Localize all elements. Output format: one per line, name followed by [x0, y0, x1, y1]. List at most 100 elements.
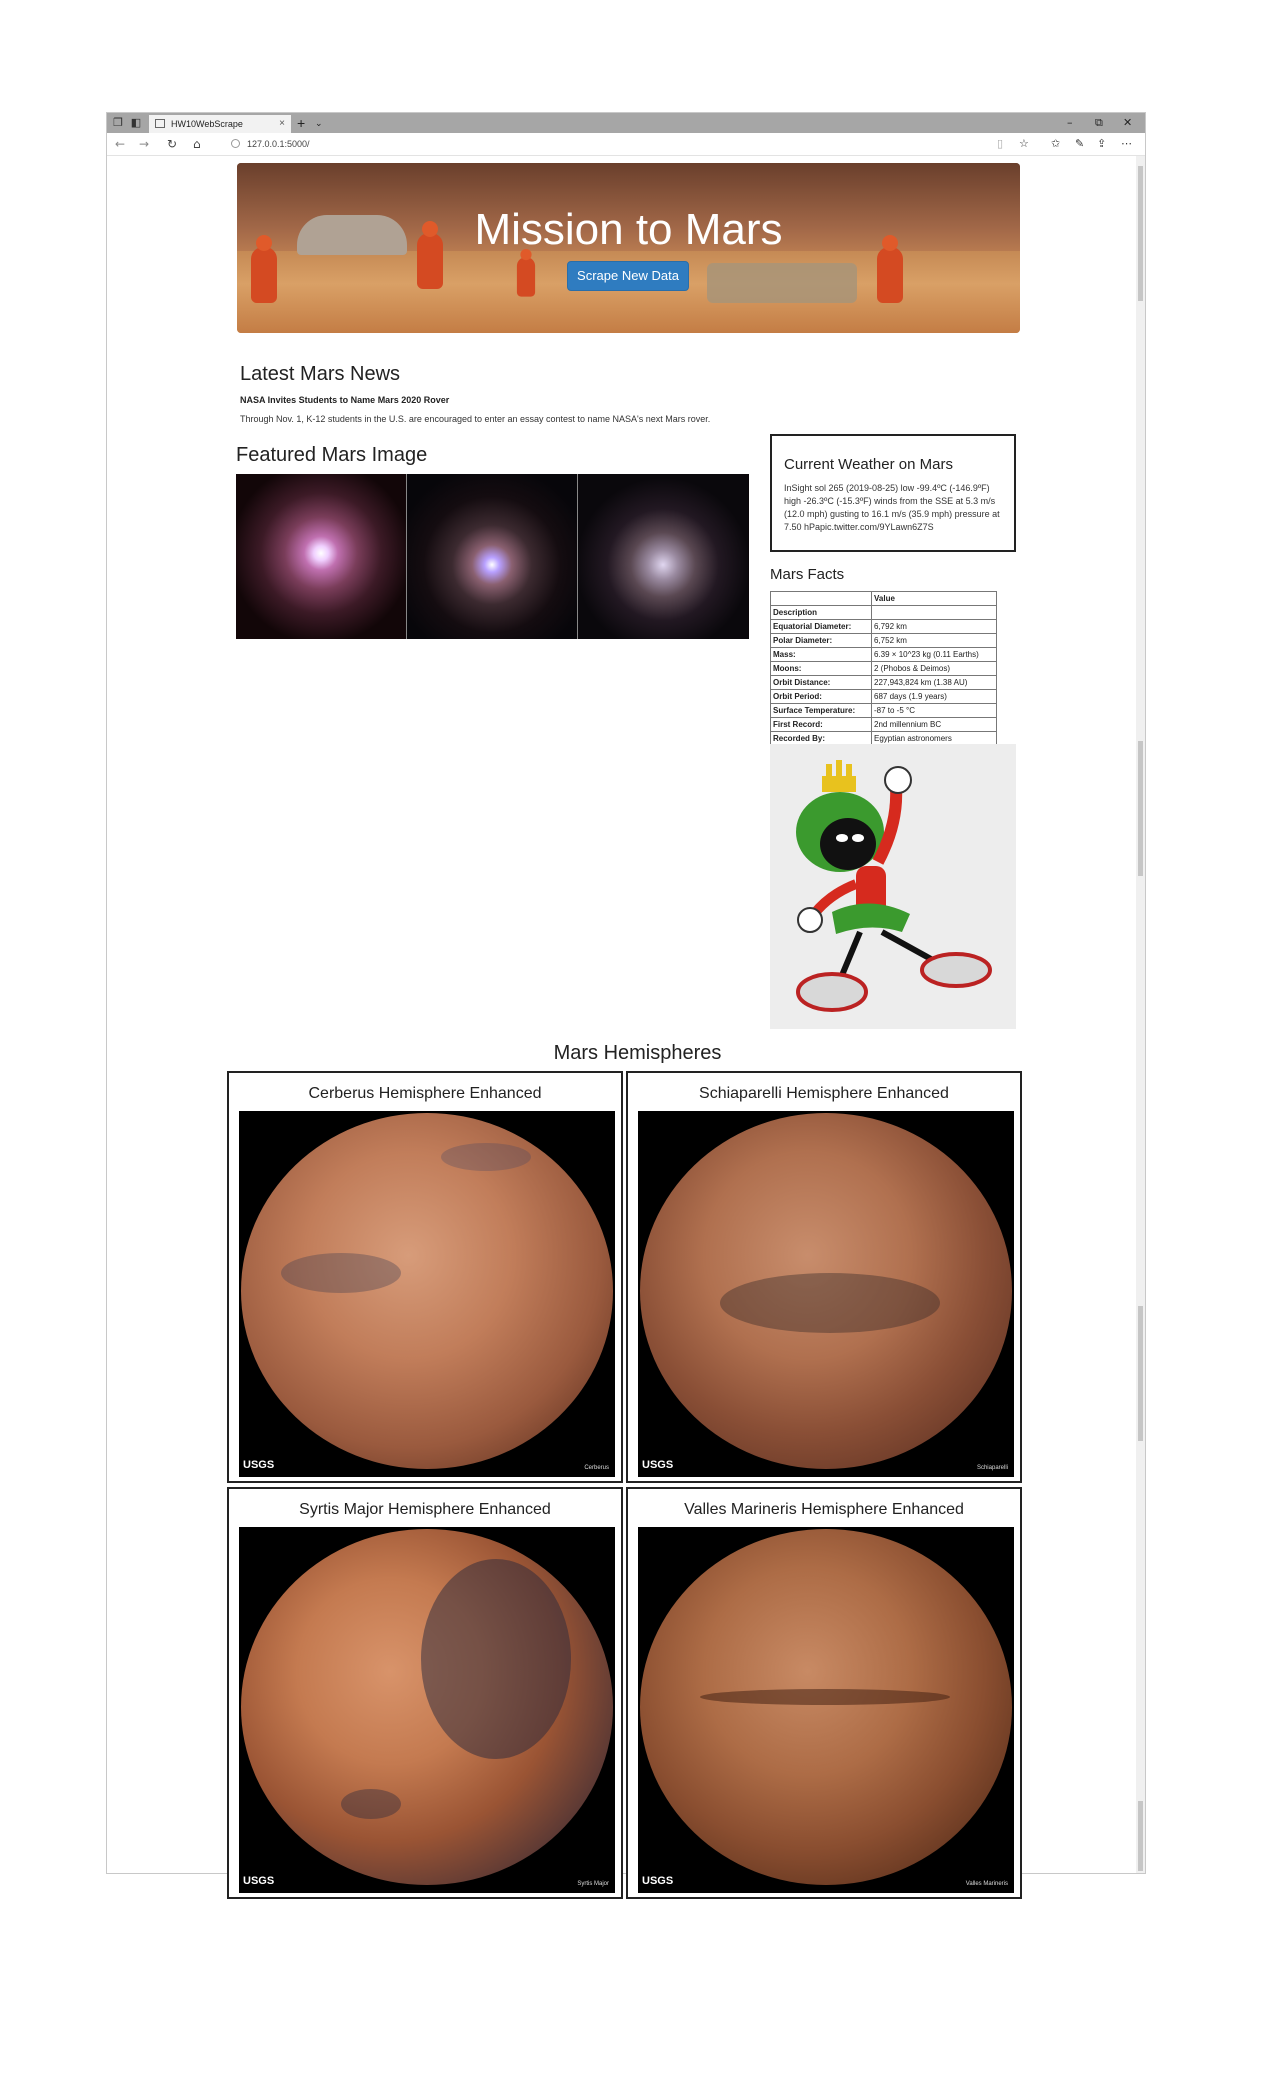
fact-value: 6.39 × 10^23 kg (0.11 Earths)	[871, 647, 997, 662]
hemisphere-image: USGS Cerberus	[239, 1111, 615, 1477]
table-row: First Record: 2nd millennium BC	[770, 717, 997, 732]
hemisphere-image: USGS Syrtis Major	[239, 1527, 615, 1893]
hemisphere-card: Valles Marineris Hemisphere Enhanced USG…	[626, 1487, 1022, 1899]
tab-title: HW10WebScrape	[171, 119, 243, 129]
hemisphere-title: Valles Marineris Hemisphere Enhanced	[684, 1501, 964, 1518]
fact-value: -87 to -5 °C	[871, 703, 997, 718]
page-favicon-icon	[155, 119, 165, 128]
pen-icon[interactable]: ✎	[1075, 136, 1084, 152]
usgs-logo: USGS	[642, 1875, 674, 1887]
weather-text: InSight sol 265 (2019-08-25) low -99.4ºC…	[784, 483, 1000, 532]
refresh-icon[interactable]: ↻	[167, 136, 177, 152]
table-row: Polar Diameter: 6,752 km	[770, 633, 997, 648]
mars-facts-table: Value Description Equatorial Diameter: 6,…	[770, 591, 997, 746]
surface-feature	[341, 1789, 401, 1819]
fact-value: 6,752 km	[871, 633, 997, 648]
news-title: NASA Invites Students to Name Mars 2020 …	[240, 395, 450, 405]
hemisphere-title: Syrtis Major Hemisphere Enhanced	[299, 1501, 551, 1518]
hemisphere-image: USGS Schiaparelli	[638, 1111, 1014, 1477]
marvin-martian-image	[770, 744, 1016, 1029]
more-icon[interactable]: ⋯	[1121, 136, 1132, 152]
scrape-new-data-button[interactable]: Scrape New Data	[567, 261, 689, 291]
surface-feature	[720, 1273, 940, 1333]
favorites-icon[interactable]: ✩	[1051, 136, 1060, 152]
tab-actions-icon[interactable]: ❐	[111, 116, 125, 129]
table-row: Surface Temperature: -87 to -5 °C	[770, 703, 997, 718]
restore-icon[interactable]: ⧉	[1095, 114, 1103, 132]
scroll-thumb[interactable]	[1138, 741, 1143, 876]
tab-menu-chevron-icon[interactable]: ⌄	[315, 115, 323, 131]
forward-arrow-icon[interactable]: →	[139, 136, 149, 152]
tab-close-icon[interactable]: ×	[279, 115, 285, 133]
image-caption: Cerberus	[584, 1465, 609, 1471]
scroll-thumb[interactable]	[1138, 1801, 1143, 1871]
news-heading: Latest Mars News	[240, 363, 401, 385]
hemisphere-image: USGS Valles Marineris	[638, 1527, 1014, 1893]
hemisphere-card: Cerberus Hemisphere Enhanced USGS Cerber…	[227, 1071, 623, 1483]
site-info-icon[interactable]	[231, 139, 240, 148]
marvin-illustration	[796, 760, 992, 1012]
weather-card: Current Weather on Mars InSight sol 265 …	[770, 434, 1016, 552]
new-tab-button[interactable]: +	[297, 115, 305, 131]
back-arrow-icon[interactable]: ←	[115, 136, 125, 152]
usgs-logo: USGS	[243, 1875, 275, 1887]
scroll-thumb[interactable]	[1138, 1306, 1143, 1441]
table-header-cell: Value	[871, 591, 997, 606]
surface-feature	[421, 1559, 571, 1759]
minimize-icon[interactable]: –	[1067, 114, 1073, 132]
table-row: Orbit Period: 687 days (1.9 years)	[770, 689, 997, 704]
mars-globe	[640, 1113, 1012, 1469]
reading-view-icon[interactable]: ▯	[997, 136, 1003, 152]
home-icon[interactable]: ⌂	[193, 136, 201, 152]
hemispheres-heading: Mars Hemispheres	[553, 1042, 722, 1064]
fact-label: Orbit Period:	[770, 689, 872, 704]
browser-tab[interactable]: HW10WebScrape ×	[149, 115, 291, 133]
fact-label: Mass:	[770, 647, 872, 662]
url-field[interactable]: 127.0.0.1:5000/	[247, 137, 310, 151]
image-caption: Syrtis Major	[577, 1881, 609, 1887]
fact-label: Orbit Distance:	[770, 675, 872, 690]
scroll-thumb[interactable]	[1138, 166, 1143, 301]
usgs-logo: USGS	[243, 1459, 275, 1471]
facts-heading: Mars Facts	[770, 566, 845, 583]
hemisphere-card: Schiaparelli Hemisphere Enhanced USGS Sc…	[626, 1071, 1022, 1483]
vertical-scrollbar[interactable]	[1136, 156, 1145, 1873]
astronaut-illustration	[251, 235, 277, 303]
table-header-cell	[871, 605, 997, 620]
image-caption: Schiaparelli	[976, 1465, 1008, 1471]
surface-feature	[700, 1689, 950, 1705]
fact-value: 6,792 km	[871, 619, 997, 634]
featured-image-panel	[578, 474, 748, 639]
mars-globe	[241, 1113, 613, 1469]
hemisphere-card: Syrtis Major Hemisphere Enhanced USGS Sy…	[227, 1487, 623, 1899]
featured-image-panel	[236, 474, 406, 639]
close-window-icon[interactable]: ✕	[1123, 114, 1132, 132]
star-icon[interactable]: ☆	[1019, 136, 1029, 152]
fact-value: 2 (Phobos & Deimos)	[871, 661, 997, 676]
tabs-aside-icon[interactable]: ◧	[129, 116, 143, 129]
hemisphere-title: Schiaparelli Hemisphere Enhanced	[699, 1085, 949, 1102]
astronaut-illustration	[516, 248, 536, 297]
astronaut-illustration	[877, 235, 903, 303]
fact-label: First Record:	[770, 717, 872, 732]
mars-globe	[241, 1529, 613, 1885]
usgs-logo: USGS	[642, 1459, 674, 1471]
hemisphere-title: Cerberus Hemisphere Enhanced	[308, 1085, 542, 1102]
featured-image-heading: Featured Mars Image	[236, 444, 428, 466]
fact-label: Equatorial Diameter:	[770, 619, 872, 634]
fact-value: 2nd millennium BC	[871, 717, 997, 732]
news-body: Through Nov. 1, K-12 students in the U.S…	[240, 414, 711, 424]
fact-value: 227,943,824 km (1.38 AU)	[871, 675, 997, 690]
table-index-header: Description	[770, 605, 872, 620]
image-caption: Valles Marineris	[965, 1881, 1008, 1887]
surface-feature	[281, 1253, 401, 1293]
fact-label: Polar Diameter:	[770, 633, 872, 648]
weather-heading: Current Weather on Mars	[784, 456, 953, 473]
hero-banner: Mission to Mars Scrape New Data	[237, 163, 1020, 333]
table-header-cell	[770, 591, 872, 606]
table-row: Mass: 6.39 × 10^23 kg (0.11 Earths)	[770, 647, 997, 662]
fact-value: 687 days (1.9 years)	[871, 689, 997, 704]
share-icon[interactable]: ⇪	[1097, 136, 1106, 152]
tab-bar: ❐ ◧ HW10WebScrape × + ⌄ – ⧉ ✕	[107, 113, 1145, 133]
address-bar: ← → ↻ ⌂ 127.0.0.1:5000/ ▯ ☆ ✩ ✎ ⇪ ⋯	[107, 133, 1145, 156]
